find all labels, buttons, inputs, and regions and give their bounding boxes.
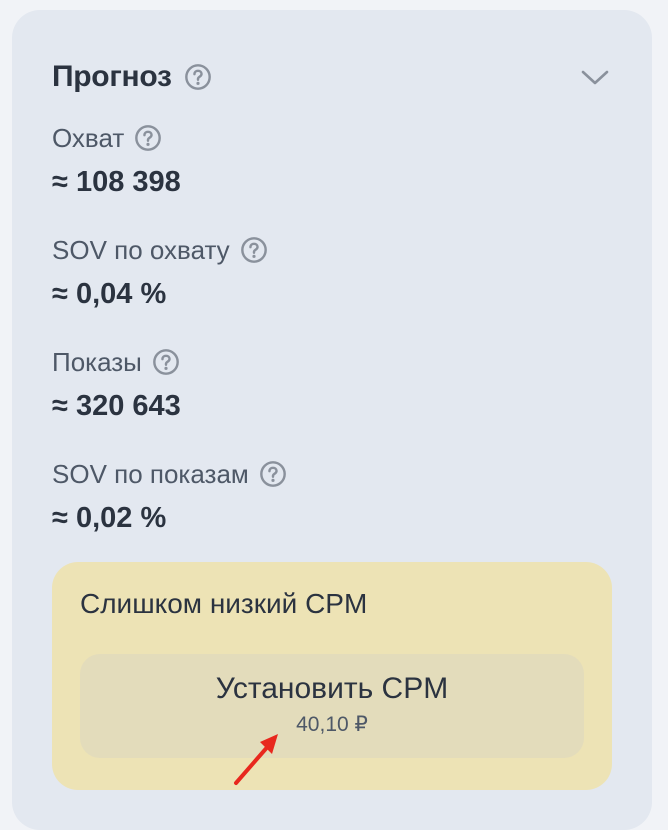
metric-value: ≈ 0,04 % bbox=[52, 278, 167, 310]
metric-reach: Охват ≈ 108 398 bbox=[52, 118, 181, 199]
metric-label: Показы bbox=[52, 346, 142, 377]
question-circle-icon[interactable] bbox=[259, 460, 287, 488]
question-circle-icon[interactable] bbox=[240, 236, 268, 264]
metric-value: ≈ 0,02 % bbox=[52, 502, 167, 534]
set-cpm-button-price: 40,10 ₽ bbox=[296, 713, 368, 736]
question-circle-icon[interactable] bbox=[134, 124, 162, 152]
metric-label: SOV по охвату bbox=[52, 234, 230, 265]
metric-value: ≈ 108 398 bbox=[52, 166, 181, 198]
metric-sov-impressions: SOV по показам ≈ 0,02 % bbox=[52, 454, 287, 535]
metric-label: SOV по показам bbox=[52, 458, 249, 489]
metric-value: ≈ 320 643 bbox=[52, 390, 181, 422]
chevron-down-icon[interactable] bbox=[578, 60, 612, 94]
low-cpm-warning: Слишком низкий CPM Установить CPM 40,10 … bbox=[52, 562, 612, 790]
set-cpm-button[interactable]: Установить CPM 40,10 ₽ bbox=[80, 654, 584, 758]
question-circle-icon[interactable] bbox=[152, 348, 180, 376]
question-circle-icon[interactable] bbox=[184, 63, 212, 91]
forecast-header: Прогноз bbox=[52, 48, 612, 106]
warning-text: Слишком низкий CPM bbox=[80, 588, 368, 619]
set-cpm-button-label: Установить CPM bbox=[215, 672, 449, 705]
metric-impressions: Показы ≈ 320 643 bbox=[52, 342, 181, 423]
metric-sov-reach: SOV по охвату ≈ 0,04 % bbox=[52, 230, 268, 311]
forecast-title: Прогноз bbox=[52, 60, 172, 93]
red-arrow-icon bbox=[228, 728, 288, 788]
metric-label: Охват bbox=[52, 122, 125, 153]
forecast-panel: Прогноз Охват ≈ 108 398 SOV по охвату ≈ … bbox=[12, 10, 652, 830]
